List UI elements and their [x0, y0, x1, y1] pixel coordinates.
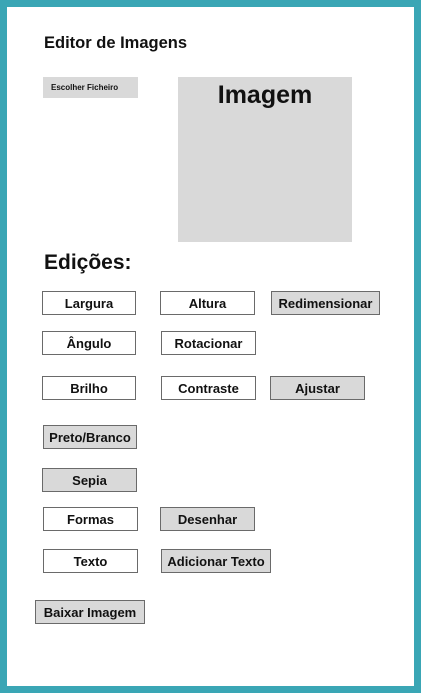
- angle-field[interactable]: Ângulo: [42, 331, 136, 355]
- choose-file-button[interactable]: Escolher Ficheiro: [43, 77, 138, 98]
- add-text-button[interactable]: Adicionar Texto: [161, 549, 271, 573]
- shapes-field[interactable]: Formas: [43, 507, 138, 531]
- contrast-field[interactable]: Contraste: [161, 376, 256, 400]
- page-title: Editor de Imagens: [44, 34, 188, 52]
- height-field[interactable]: Altura: [160, 291, 255, 315]
- resize-button[interactable]: Redimensionar: [271, 291, 380, 315]
- brightness-field[interactable]: Brilho: [42, 376, 136, 400]
- image-preview: Imagem: [178, 77, 352, 242]
- sepia-button[interactable]: Sepia: [42, 468, 137, 492]
- download-image-button[interactable]: Baixar Imagem: [35, 600, 145, 624]
- draw-button[interactable]: Desenhar: [160, 507, 255, 531]
- image-preview-label: Imagem: [217, 81, 313, 109]
- adjust-button[interactable]: Ajustar: [270, 376, 365, 400]
- text-field[interactable]: Texto: [43, 549, 138, 573]
- grayscale-button[interactable]: Preto/Branco: [43, 425, 137, 449]
- width-field[interactable]: Largura: [42, 291, 136, 315]
- edits-section-title: Edições:: [44, 251, 132, 274]
- app-frame: Editor de Imagens Escolher Ficheiro Imag…: [0, 0, 421, 693]
- rotate-button[interactable]: Rotacionar: [161, 331, 256, 355]
